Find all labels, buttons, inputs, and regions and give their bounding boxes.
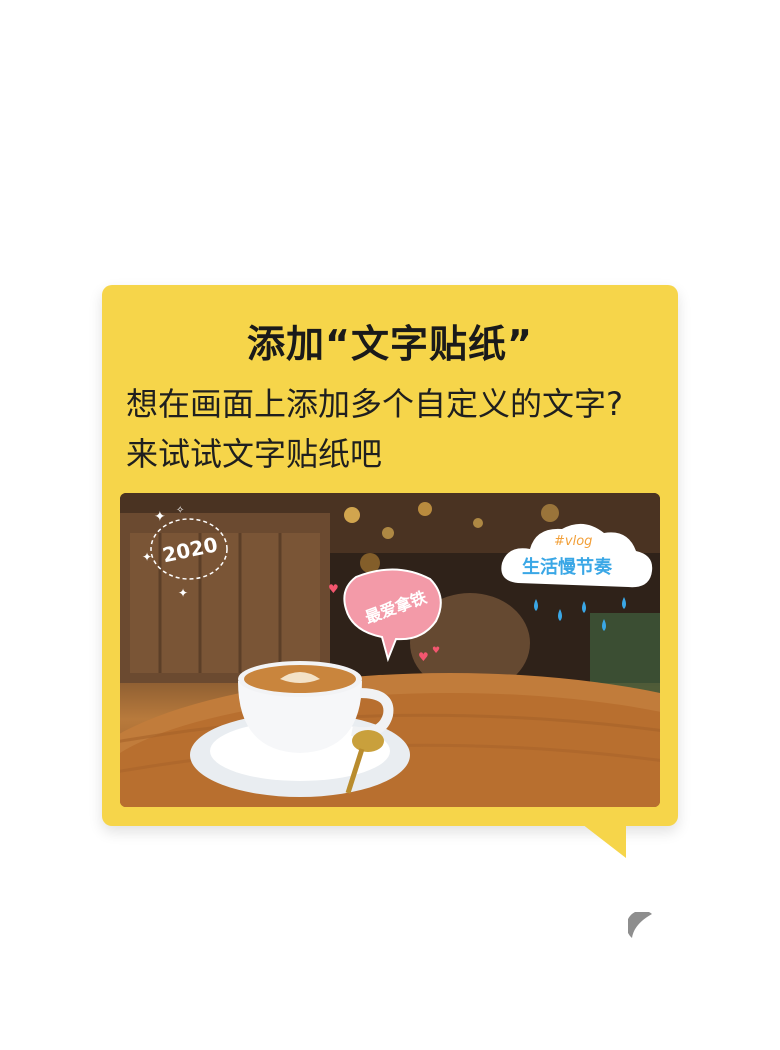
year-sticker-text: 2020 [160, 532, 219, 567]
cloud-tag-text: #vlog [554, 534, 592, 549]
heart-icon: ♥ [418, 650, 429, 664]
year-sticker: 2020 ✦ ✧ ✦ ✦ [142, 505, 228, 600]
feature-title: 添加“文字贴纸” [247, 322, 533, 366]
sparkle-icon: ✦ [154, 509, 166, 525]
raindrop-icon [582, 601, 586, 613]
tooltip-tail [582, 824, 626, 858]
cloud-main-text: 生活慢节奏 [522, 556, 613, 578]
feature-description: 想在画面上添加多个自定义的文字? 来试试文字贴纸吧 [126, 379, 656, 479]
feature-description-line-1: 想在画面上添加多个自定义的文字? [126, 385, 623, 423]
raindrop-icon [622, 597, 626, 609]
latte-bubble-sticker: 最爱拿铁 ♥ ♥ ♥ [328, 568, 442, 664]
heart-icon: ♥ [328, 582, 339, 596]
example-photo: 2020 ✦ ✧ ✦ ✦ 最爱拿铁 ♥ ♥ ♥ #vlog 生活慢节奏 [120, 493, 660, 807]
sparkle-icon: ✦ [142, 550, 152, 564]
sparkle-icon: ✦ [178, 586, 188, 600]
heart-icon: ♥ [432, 646, 440, 656]
raindrop-icon [558, 609, 562, 621]
vlog-cloud-sticker: #vlog 生活慢节奏 [501, 523, 653, 631]
raindrop-icon [602, 619, 606, 631]
feature-tip-card: 添加“文字贴纸” 想在画面上添加多个自定义的文字? 来试试文字贴纸吧 2020 … [102, 285, 678, 826]
loading-spinner-icon [628, 912, 652, 938]
feature-description-line-2: 来试试文字贴纸吧 [126, 435, 383, 473]
raindrop-icon [534, 599, 538, 611]
onboarding-screen: 添加“文字贴纸” 想在画面上添加多个自定义的文字? 来试试文字贴纸吧 2020 … [0, 0, 780, 1050]
sparkle-icon: ✧ [176, 505, 184, 516]
